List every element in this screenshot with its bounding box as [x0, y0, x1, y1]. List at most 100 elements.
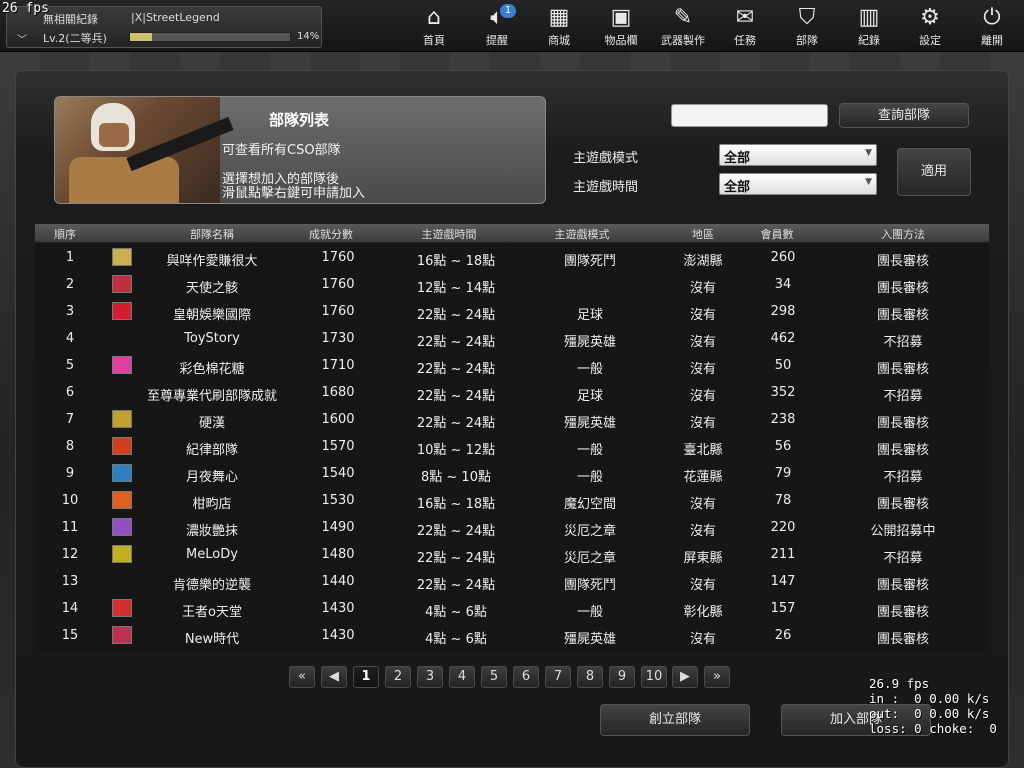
cell-clan-name: 王者o天堂 [182, 605, 242, 620]
next-page-button[interactable]: ▶ [672, 666, 698, 688]
table-row[interactable]: 12 MeLoDy 1480 22點 ~ 24點 災厄之章 屏東縣 211 不招募 [35, 541, 989, 568]
table-row[interactable]: 1 與咩作愛賺很大 1760 16點 ~ 18點 團隊死鬥 澎湖縣 260 團長審核 [35, 244, 989, 271]
clan-emblem-icon [112, 302, 132, 320]
chevron-down-icon[interactable]: ﹀ [17, 31, 27, 46]
page-button[interactable]: 4 [449, 666, 475, 688]
cell-region: 沒有 [689, 578, 717, 593]
apply-button[interactable]: 適用 [897, 148, 971, 196]
user-info-box: 無相關紀錄 |X|StreetLegend ﹀ Lv.2(二等兵) 14% [6, 6, 322, 48]
page-button[interactable]: 7 [545, 666, 571, 688]
top-bar: 無相關紀錄 |X|StreetLegend ﹀ Lv.2(二等兵) 14% ⌂ … [0, 0, 1024, 52]
cell-rank: 5 [65, 358, 75, 373]
cell-join-method: 團長審核 [876, 605, 930, 620]
cell-score: 1730 [321, 331, 355, 346]
cell-clan-name: 與咩作愛賺很大 [166, 254, 258, 269]
table-row[interactable]: 7 硬漢 1600 22點 ~ 24點 殭屍英雄 沒有 238 團長審核 [35, 406, 989, 433]
col-mode: 主遊戲模式 [554, 228, 610, 241]
clan-search-input[interactable] [671, 104, 828, 127]
cell-join-method: 公開招募中 [870, 524, 936, 539]
cell-region: 沒有 [689, 389, 717, 404]
cell-mode: 災厄之章 [563, 551, 617, 566]
table-header: 順序 部隊名稱 成就分數 主遊戲時間 主遊戲模式 地區 會員數 入團方法 [35, 224, 989, 242]
user-level: Lv.2(二等兵) [43, 32, 107, 45]
time-filter-select[interactable]: 全部 ▼ [719, 173, 877, 195]
cell-members: 34 [774, 277, 792, 292]
cell-region: 彰化縣 [683, 605, 723, 620]
page-button[interactable]: 1 [353, 666, 379, 688]
table-row[interactable]: 9 月夜舞心 1540 8點 ~ 10點 一般 花蓮縣 79 不招募 [35, 460, 989, 487]
first-page-button[interactable]: « [289, 666, 315, 688]
cell-members: 157 [770, 601, 796, 616]
nav-shop[interactable]: ▦ 商城 [530, 4, 588, 50]
cell-rank: 7 [65, 412, 75, 427]
net-graph: 26.9 fps in : 0 0.00 k/s out: 0 0.00 k/s lo… [869, 676, 997, 736]
create-clan-button[interactable]: 創立部隊 [600, 704, 750, 736]
col-name: 部隊名稱 [190, 228, 234, 241]
table-row[interactable]: 14 王者o天堂 1430 4點 ~ 6點 一般 彰化縣 157 團長審核 [35, 595, 989, 622]
nav-home[interactable]: ⌂ 首頁 [405, 4, 463, 50]
nav-inventory[interactable]: ▣ 物品欄 [592, 4, 650, 50]
table-row[interactable]: 6 至尊專業代刷部隊成就 1680 22點 ~ 24點 足球 沒有 352 不招募 [35, 379, 989, 406]
page-button[interactable]: 3 [417, 666, 443, 688]
cell-score: 1480 [321, 547, 355, 562]
cell-clan-name: 濃妝艷抹 [185, 524, 239, 539]
nav-exit[interactable]: ⏻ 離開 [963, 4, 1021, 50]
cell-clan-name: 柑畇店 [192, 497, 232, 512]
nav-notifications[interactable]: 🔈︎ 1 提醒 [468, 4, 526, 50]
table-row[interactable]: 5 彩色棉花糖 1710 22點 ~ 24點 一般 沒有 50 團長審核 [35, 352, 989, 379]
cell-clan-name: 紀律部隊 [185, 443, 239, 458]
cell-region: 沒有 [689, 308, 717, 323]
nav-settings[interactable]: ⚙ 設定 [901, 4, 959, 50]
cell-clan-name: 彩色棉花糖 [179, 362, 245, 377]
col-region: 地區 [692, 228, 714, 241]
page-button[interactable]: 8 [577, 666, 603, 688]
nav-records[interactable]: ▥ 紀錄 [840, 4, 898, 50]
nav-missions[interactable]: ✉ 任務 [716, 4, 774, 50]
table-row[interactable]: 10 柑畇店 1530 16點 ~ 18點 魔幻空間 沒有 78 團長審核 [35, 487, 989, 514]
page-button[interactable]: 2 [385, 666, 411, 688]
cell-rank: 4 [65, 331, 75, 346]
cell-region: 沒有 [689, 362, 717, 377]
nav-weapon-craft[interactable]: ✎ 武器製作 [654, 4, 712, 50]
cell-rank: 14 [61, 601, 79, 616]
clan-emblem-icon [112, 437, 132, 455]
cell-time: 22點 ~ 24點 [416, 308, 496, 323]
cell-mode: 足球 [576, 389, 604, 404]
nav-label: 離開 [981, 34, 1003, 47]
cell-score: 1760 [321, 304, 355, 319]
cell-members: 50 [774, 358, 792, 373]
cell-score: 1540 [321, 466, 355, 481]
table-row[interactable]: 4 ToyStory 1730 22點 ~ 24點 殭屍英雄 沒有 462 不招募 [35, 325, 989, 352]
prev-page-button[interactable]: ◀ [321, 666, 347, 688]
table-row[interactable]: 11 濃妝艷抹 1490 22點 ~ 24點 災厄之章 沒有 220 公開招募中 [35, 514, 989, 541]
cell-rank: 11 [61, 520, 79, 535]
nav-label: 提醒 [486, 34, 508, 47]
cell-rank: 1 [65, 250, 75, 265]
table-row[interactable]: 3 皇朝娛樂國際 1760 22點 ~ 24點 足球 沒有 298 團長審核 [35, 298, 989, 325]
page-button[interactable]: 10 [641, 666, 667, 688]
cell-time: 22點 ~ 24點 [416, 578, 496, 593]
cell-score: 1440 [321, 574, 355, 589]
search-clan-button[interactable]: 查詢部隊 [839, 103, 969, 128]
last-page-button[interactable]: » [704, 666, 730, 688]
cell-rank: 12 [61, 547, 79, 562]
net-out: out: 0 0.00 k/s [869, 706, 990, 721]
cell-mode: 一般 [576, 362, 604, 377]
page-button[interactable]: 9 [609, 666, 635, 688]
cell-region: 沒有 [689, 497, 717, 512]
cell-region: 沒有 [689, 524, 717, 539]
page-button[interactable]: 6 [513, 666, 539, 688]
table-row[interactable]: 8 紀律部隊 1570 10點 ~ 12點 一般 臺北縣 56 團長審核 [35, 433, 989, 460]
table-row[interactable]: 13 肯德樂的逆襲 1440 22點 ~ 24點 團隊死鬥 沒有 147 團長審核 [35, 568, 989, 595]
cell-time: 22點 ~ 24點 [416, 389, 496, 404]
banner-subtitle: 可查看所有CSO部隊 [222, 143, 341, 158]
page-button[interactable]: 5 [481, 666, 507, 688]
mode-filter-select[interactable]: 全部 ▼ [719, 144, 877, 166]
table-row[interactable]: 15 New時代 1430 4點 ~ 6點 殭屍英雄 沒有 26 團長審核 [35, 622, 989, 649]
cell-time: 22點 ~ 24點 [416, 335, 496, 350]
clan-emblem-icon [112, 518, 132, 536]
table-row[interactable]: 2 天使之骸 1760 12點 ~ 14點 沒有 34 團長審核 [35, 271, 989, 298]
mode-filter-value: 全部 [724, 151, 751, 166]
nav-clan[interactable]: ⛉ 部隊 [778, 4, 836, 50]
gear-icon: ⚙ [920, 5, 940, 30]
